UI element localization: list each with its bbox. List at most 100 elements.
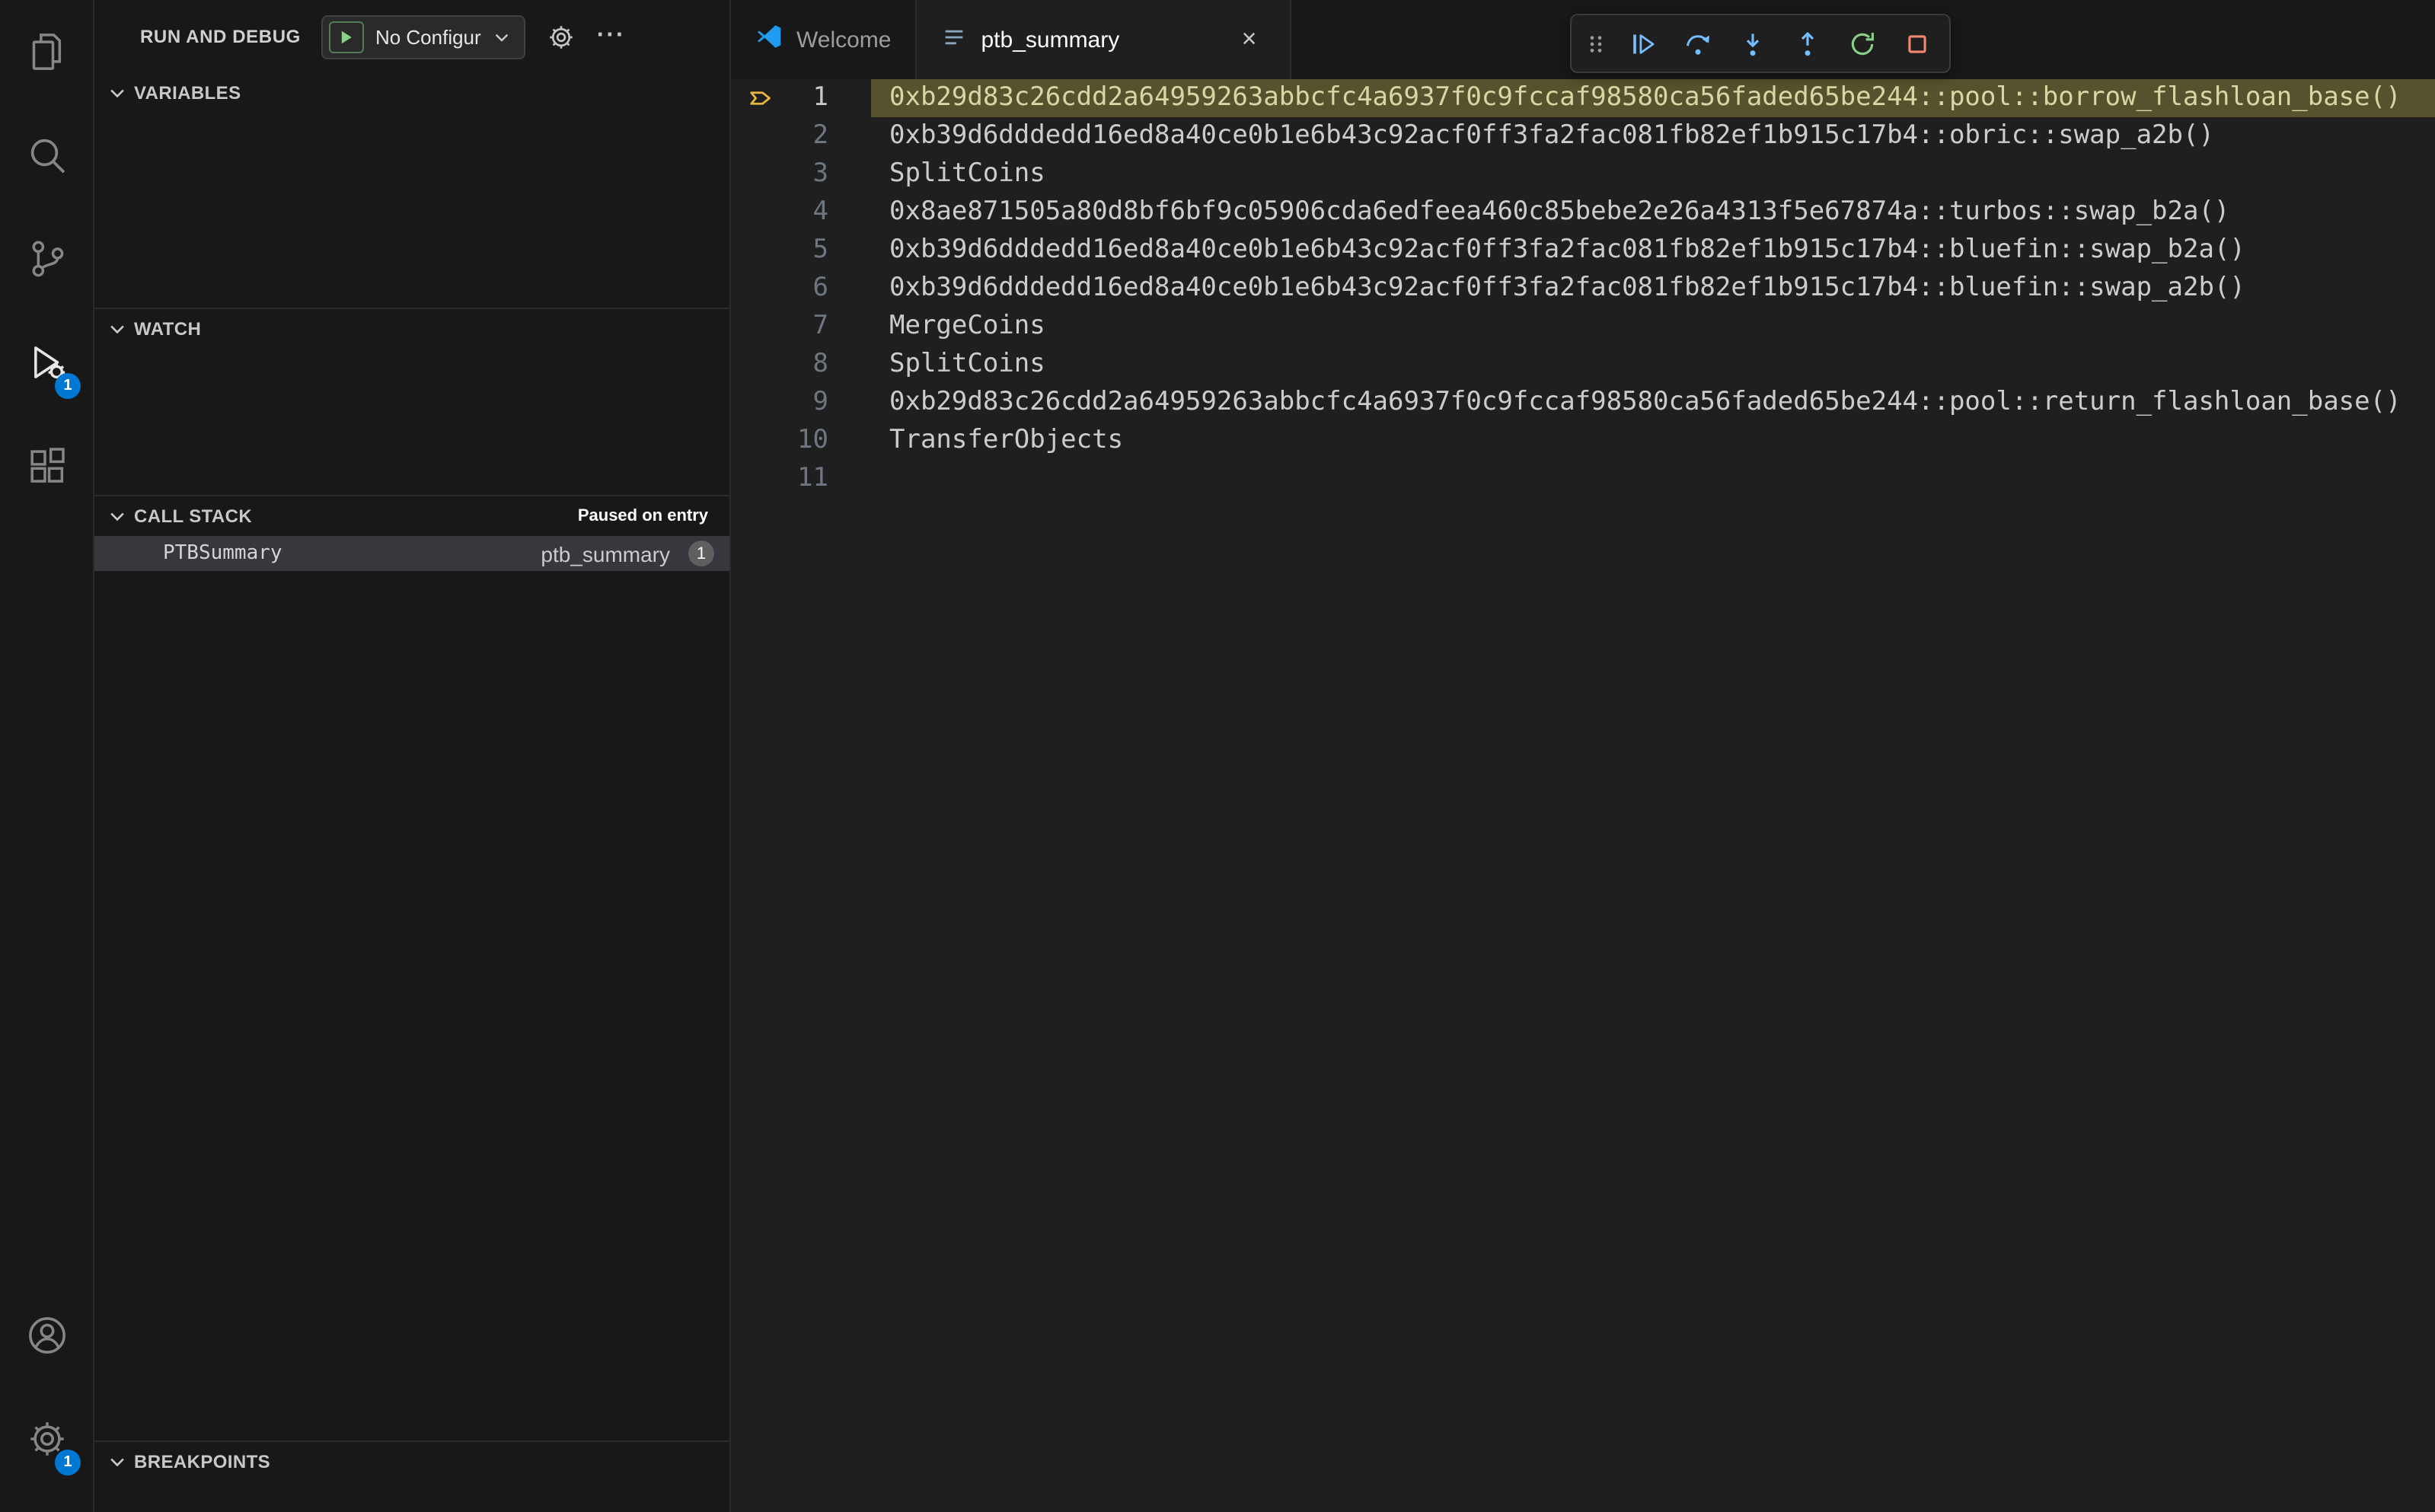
step-over-icon[interactable] [1671, 19, 1725, 68]
toolbar-gripper-icon[interactable] [1576, 19, 1616, 68]
gutter-icon-slot[interactable] [731, 193, 774, 231]
activity-source-control[interactable] [0, 207, 93, 311]
pane-title: RUN AND DEBUG [140, 26, 301, 47]
editor-line[interactable]: 6 0xb39d6dddedd16ed8a40ce0b1e6b43c92acf0… [731, 270, 2435, 308]
gutter-icon-slot[interactable] [731, 384, 774, 422]
line-number[interactable]: 6 [774, 270, 829, 308]
breakpoints-body [94, 1482, 729, 1512]
gutter-icon-slot[interactable] [731, 346, 774, 384]
step-into-icon[interactable] [1725, 19, 1780, 68]
close-icon[interactable]: × [1233, 23, 1266, 56]
frame-source: ptb_summary [541, 541, 670, 566]
vscode-logo-icon [755, 23, 783, 56]
editor-line[interactable]: 10 TransferObjects [731, 422, 2435, 460]
line-number[interactable]: 1 [774, 79, 829, 117]
vscode-window: 1 1 RUN AND DEBUG No Configur ··· VARIAB… [0, 0, 2435, 1512]
section-breakpoints[interactable]: BREAKPOINTS [94, 1442, 729, 1482]
line-text[interactable]: 0xb39d6dddedd16ed8a40ce0b1e6b43c92acf0ff… [871, 117, 2435, 155]
restart-icon[interactable] [1835, 19, 1890, 68]
activity-extensions[interactable] [0, 414, 93, 518]
activity-search[interactable] [0, 104, 93, 207]
gutter-icon-slot[interactable] [731, 231, 774, 270]
gutter-icon-slot[interactable] [731, 422, 774, 460]
editor-line[interactable]: 8 SplitCoins [731, 346, 2435, 384]
editor[interactable]: 1 0xb29d83c26cdd2a64959263abbcfc4a6937f0… [731, 79, 2435, 1512]
editor-line[interactable]: 11 [731, 460, 2435, 498]
line-text[interactable]: MergeCoins [871, 308, 2435, 346]
line-number[interactable]: 4 [774, 193, 829, 231]
editor-line[interactable]: 5 0xb39d6dddedd16ed8a40ce0b1e6b43c92acf0… [731, 231, 2435, 270]
chevron-down-icon [110, 1458, 124, 1467]
pane-header: RUN AND DEBUG No Configur ··· [94, 0, 729, 73]
activity-run-debug[interactable]: 1 [0, 311, 93, 414]
chevron-down-icon [495, 33, 508, 41]
line-number[interactable]: 9 [774, 384, 829, 422]
activity-account[interactable] [0, 1284, 93, 1387]
activity-bar: 1 1 [0, 0, 94, 1512]
line-text[interactable]: TransferObjects [871, 422, 2435, 460]
section-call-stack[interactable]: CALL STACK Paused on entry [94, 496, 729, 536]
run-debug-sidebar: RUN AND DEBUG No Configur ··· VARIABLES [94, 0, 731, 1512]
tab-label: Welcome [796, 27, 892, 53]
activity-bar-bottom: 1 [0, 1284, 93, 1512]
editor-line[interactable]: 1 0xb29d83c26cdd2a64959263abbcfc4a6937f0… [731, 79, 2435, 117]
debug-badge: 1 [55, 373, 81, 399]
gutter-icon-slot[interactable] [731, 270, 774, 308]
activity-explorer[interactable] [0, 0, 93, 104]
debug-settings-gear-icon[interactable] [547, 22, 576, 51]
line-text[interactable]: SplitCoins [871, 346, 2435, 384]
gutter-icon-slot[interactable] [731, 117, 774, 155]
tab-label: ptb_summary [981, 27, 1120, 53]
editor-line[interactable]: 2 0xb39d6dddedd16ed8a40ce0b1e6b43c92acf0… [731, 117, 2435, 155]
line-number[interactable]: 7 [774, 308, 829, 346]
line-text[interactable]: 0x8ae871505a80d8bf6bf9c05906cda6edfeea46… [871, 193, 2435, 231]
stackframe-arrow-icon [750, 91, 771, 105]
extensions-icon [25, 445, 68, 487]
line-text[interactable]: 0xb39d6dddedd16ed8a40ce0b1e6b43c92acf0ff… [871, 231, 2435, 270]
line-number[interactable]: 5 [774, 231, 829, 270]
section-watch[interactable]: WATCH [94, 309, 729, 349]
editor-line[interactable]: 7 MergeCoins [731, 308, 2435, 346]
line-number[interactable]: 11 [774, 460, 828, 498]
frame-name: PTBSummary [163, 542, 282, 565]
account-icon [25, 1314, 68, 1357]
watch-title: WATCH [134, 318, 202, 340]
chevron-down-icon [110, 89, 124, 98]
line-text[interactable] [871, 460, 2435, 498]
line-number[interactable]: 3 [774, 155, 829, 193]
gutter-icon-slot[interactable] [731, 79, 774, 117]
debug-toolbar [1570, 14, 1951, 73]
editor-lines: 1 0xb29d83c26cdd2a64959263abbcfc4a6937f0… [731, 79, 2435, 498]
call-stack-title: CALL STACK [134, 506, 253, 527]
editor-line[interactable]: 9 0xb29d83c26cdd2a64959263abbcfc4a6937f0… [731, 384, 2435, 422]
gutter-icon-slot[interactable] [731, 308, 774, 346]
tab-welcome[interactable]: Welcome [731, 0, 918, 79]
step-out-icon[interactable] [1780, 19, 1835, 68]
line-text[interactable]: 0xb29d83c26cdd2a64959263abbcfc4a6937f0c9… [871, 384, 2435, 422]
search-icon [25, 134, 68, 177]
more-actions-icon[interactable]: ··· [597, 23, 626, 50]
line-number[interactable]: 2 [774, 117, 829, 155]
section-variables[interactable]: VARIABLES [94, 73, 729, 113]
line-text[interactable]: 0xb39d6dddedd16ed8a40ce0b1e6b43c92acf0ff… [871, 270, 2435, 308]
tab-ptb-summary[interactable]: ptb_summary × [917, 0, 1292, 79]
variables-title: VARIABLES [134, 82, 241, 104]
activity-bar-top: 1 [0, 0, 93, 518]
debug-config-dropdown[interactable]: No Configur [321, 14, 525, 59]
line-number[interactable]: 8 [774, 346, 829, 384]
files-icon [25, 30, 68, 73]
gutter-icon-slot[interactable] [731, 460, 774, 498]
start-debug-button[interactable] [329, 21, 365, 53]
editor-line[interactable]: 3 SplitCoins [731, 155, 2435, 193]
activity-settings[interactable]: 1 [0, 1387, 93, 1491]
line-text[interactable]: SplitCoins [871, 155, 2435, 193]
call-stack-body: PTBSummary ptb_summary 1 [94, 536, 729, 1440]
line-text[interactable]: 0xb29d83c26cdd2a64959263abbcfc4a6937f0c9… [871, 79, 2435, 117]
call-stack-frame-row[interactable]: PTBSummary ptb_summary 1 [94, 536, 729, 571]
breakpoints-title: BREAKPOINTS [134, 1451, 271, 1472]
stop-icon[interactable] [1890, 19, 1945, 68]
continue-icon[interactable] [1616, 19, 1671, 68]
line-number[interactable]: 10 [774, 422, 828, 460]
editor-line[interactable]: 4 0x8ae871505a80d8bf6bf9c05906cda6edfeea… [731, 193, 2435, 231]
gutter-icon-slot[interactable] [731, 155, 774, 193]
